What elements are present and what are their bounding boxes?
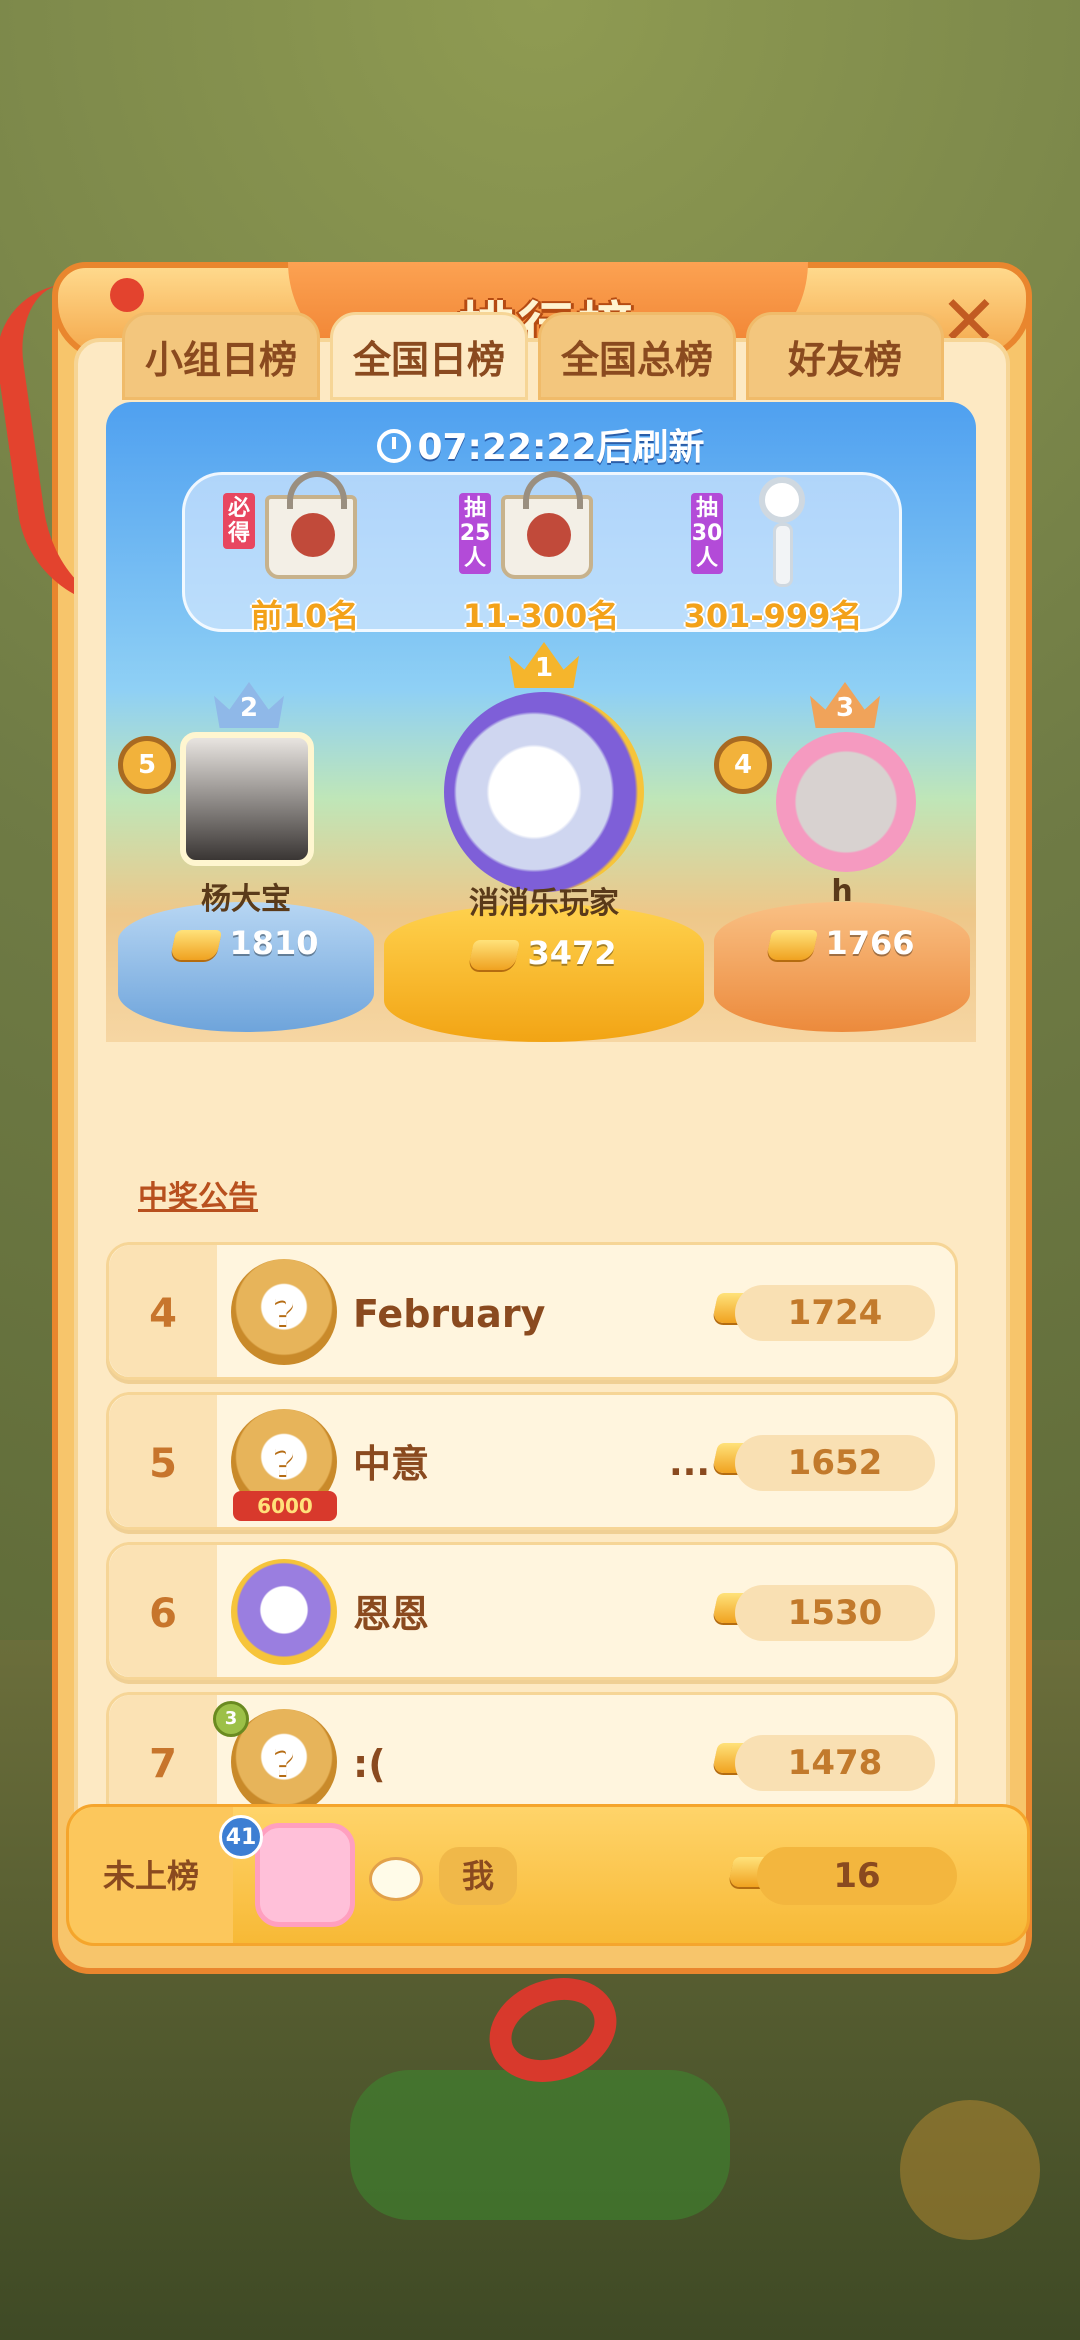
podium-first[interactable]: 1 消消乐玩家 3472 xyxy=(384,642,704,1042)
gold-ingot-icon xyxy=(170,930,223,960)
tab-friends[interactable]: 好友榜 xyxy=(746,312,944,400)
podium-second[interactable]: 2 5 杨大宝 1810 xyxy=(118,682,374,1042)
crown-icon: 2 xyxy=(214,682,284,728)
bag-icon xyxy=(501,471,593,579)
tab-group-daily[interactable]: 小组日榜 xyxy=(122,312,320,400)
background-play-button xyxy=(350,2070,730,2220)
list-item[interactable]: 6 恩恩 1530 xyxy=(106,1542,958,1680)
podium-base xyxy=(384,904,704,1042)
player-name: 恩恩 xyxy=(353,1592,430,1636)
reward-tag: 抽30人 xyxy=(691,493,723,574)
list-item[interactable]: 5 ? 6000 中意 ... 1652 xyxy=(106,1392,958,1530)
rank-number: 7 xyxy=(109,1695,217,1819)
refresh-suffix: 后刷新 xyxy=(596,427,705,468)
fan-handle xyxy=(773,523,793,587)
panel-body: 小组日榜 全国日榜 全国总榜 好友榜 07:22:22后刷新 必得 前10名 抽… xyxy=(74,312,1010,1938)
winner-notice-link[interactable]: 中奖公告 xyxy=(138,1172,258,1216)
level-badge: 41 xyxy=(219,1815,263,1859)
fan-icon xyxy=(759,477,805,523)
tab-bar: 小组日榜 全国日榜 全国总榜 好友榜 xyxy=(122,312,944,400)
podium-base xyxy=(714,902,970,1032)
reward-label: 前10名 xyxy=(250,597,360,635)
avatar xyxy=(776,732,916,872)
avatar xyxy=(444,692,644,892)
gold-ingot-icon xyxy=(766,930,819,960)
level-badge: 3 xyxy=(213,1701,249,1737)
player-name: 杨大宝 xyxy=(201,882,291,917)
reward-top10: 必得 前10名 xyxy=(205,471,405,635)
level-badge: 5 xyxy=(118,736,176,794)
player-score: 1478 xyxy=(735,1735,935,1791)
bunny-icon xyxy=(369,1857,423,1901)
more-indicator: ... xyxy=(669,1443,711,1484)
avatar xyxy=(231,1559,337,1665)
rank-number: 6 xyxy=(109,1545,217,1677)
reward-label: 301-999名 xyxy=(683,597,863,635)
avatar: ? xyxy=(231,1259,337,1365)
list-item[interactable]: 7 ? 3 :( 1478 xyxy=(106,1692,958,1822)
avatar xyxy=(180,732,314,866)
bag-icon xyxy=(265,471,357,579)
crown-icon: 1 xyxy=(509,642,579,688)
player-score: 1530 xyxy=(735,1585,935,1641)
question-icon: ? xyxy=(272,1289,296,1335)
player-score: 1810 xyxy=(229,924,319,962)
level-badge: 4 xyxy=(714,736,772,794)
rank-number: 5 xyxy=(109,1395,217,1527)
tab-national-daily[interactable]: 全国日榜 xyxy=(330,312,528,400)
reward-tag: 必得 xyxy=(223,493,255,549)
list-item[interactable]: 4 ? February 1724 xyxy=(106,1242,958,1380)
reward-301-999: 抽30人 301-999名 xyxy=(673,477,873,635)
rank-number: 4 xyxy=(109,1245,217,1377)
player-score: 1652 xyxy=(735,1435,935,1491)
question-icon: ? xyxy=(272,1439,296,1485)
reward-label: 11-300名 xyxy=(462,597,620,635)
player-name: 中意 xyxy=(353,1442,430,1486)
prize-banner: 07:22:22后刷新 必得 前10名 抽25人 11-300名 抽30人 30… xyxy=(106,402,976,1042)
player-score: 1724 xyxy=(735,1285,935,1341)
player-name: February xyxy=(353,1292,546,1336)
my-rank-row[interactable]: 未上榜 41 我 16 xyxy=(66,1804,1030,1946)
reward-11-300: 抽25人 11-300名 xyxy=(441,471,641,635)
podium-third[interactable]: 3 4 h 1766 xyxy=(714,682,970,1042)
refresh-timer: 07:22:22后刷新 xyxy=(106,418,976,470)
leaderboard-panel: 排行榜 ✕ 小组日榜 全国日榜 全国总榜 好友榜 07:22:22后刷新 必得 … xyxy=(0,262,1032,2100)
my-avatar xyxy=(255,1823,355,1927)
countdown: 07:22:22 xyxy=(417,427,597,468)
my-name: 我 xyxy=(439,1847,517,1905)
avatar-badge: 6000 xyxy=(233,1491,337,1521)
player-name: h xyxy=(831,874,853,909)
question-icon: ? xyxy=(272,1739,296,1785)
player-name: 消消乐玩家 xyxy=(469,886,619,921)
ribbon-knot xyxy=(110,278,144,312)
background-badge xyxy=(900,2100,1040,2240)
clock-icon xyxy=(377,429,412,463)
player-score: 1766 xyxy=(825,924,915,962)
crown-icon: 3 xyxy=(810,682,880,728)
tab-national-total[interactable]: 全国总榜 xyxy=(538,312,736,400)
gold-ingot-icon xyxy=(468,940,521,970)
podium-base xyxy=(118,902,374,1032)
my-rank-label: 未上榜 xyxy=(69,1807,233,1943)
player-score: 3472 xyxy=(527,934,617,972)
reward-tag: 抽25人 xyxy=(459,493,491,574)
my-score: 16 xyxy=(757,1847,957,1905)
reward-box[interactable]: 必得 前10名 抽25人 11-300名 抽30人 301-999名 xyxy=(182,471,902,635)
